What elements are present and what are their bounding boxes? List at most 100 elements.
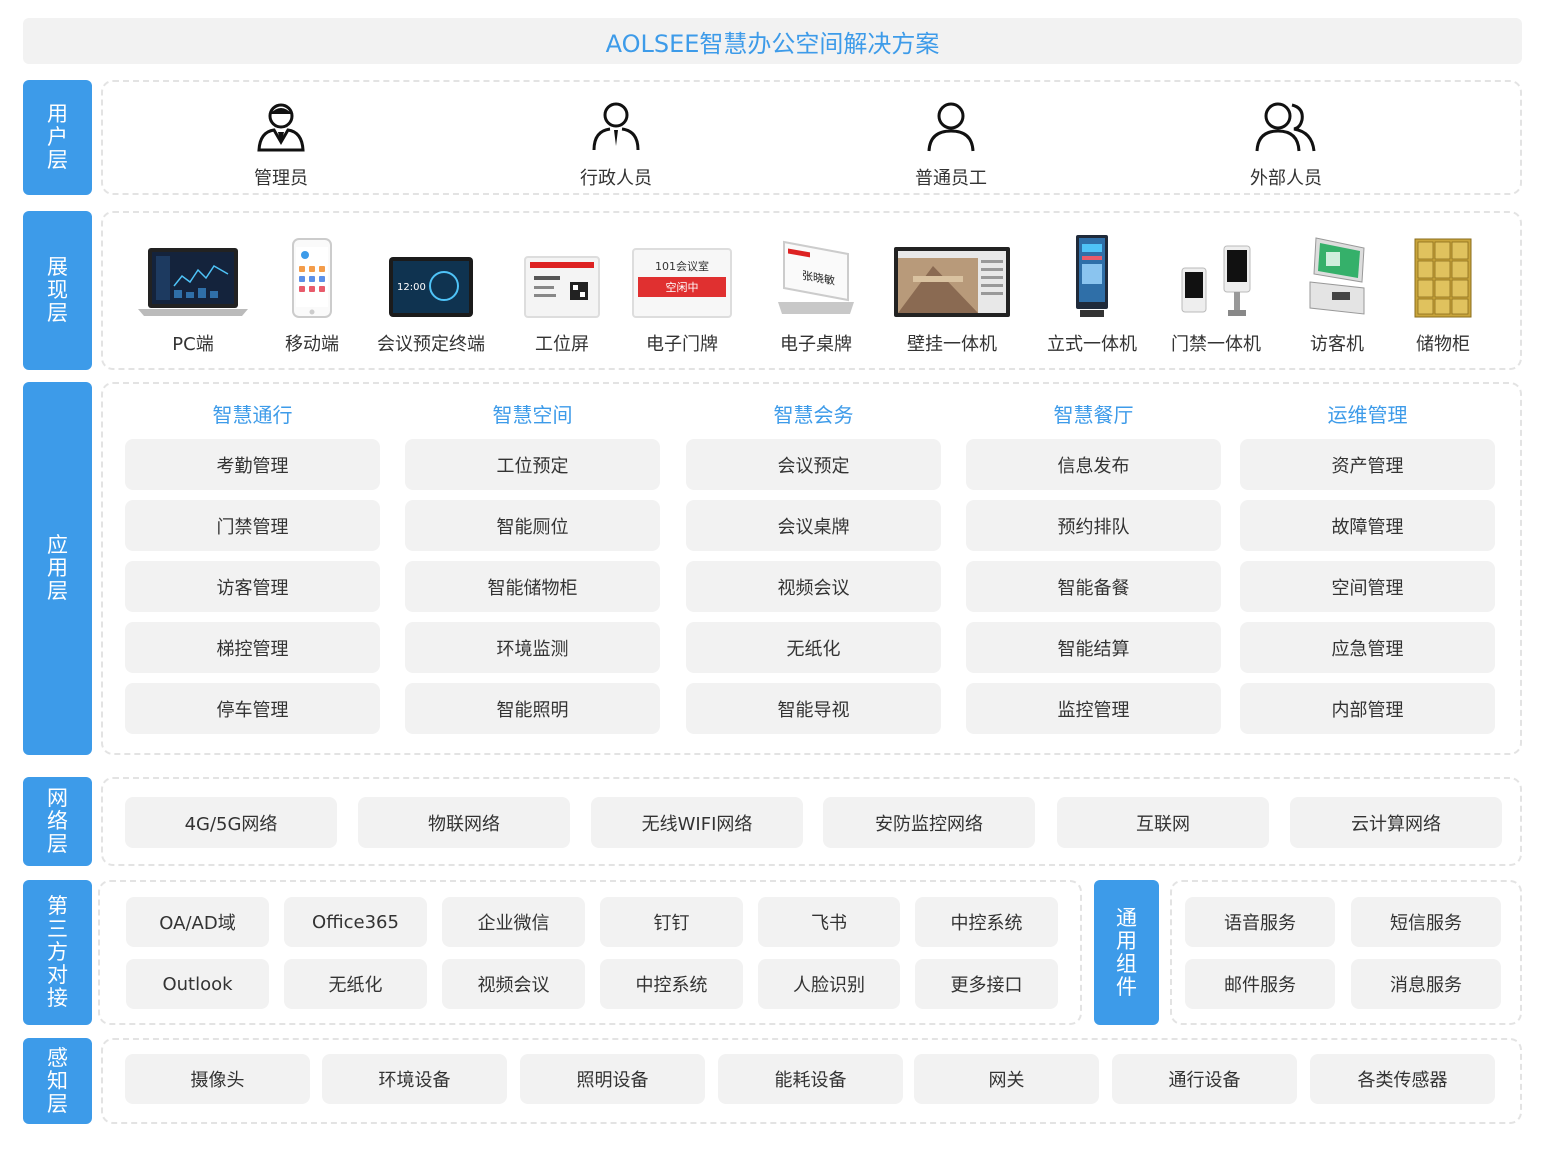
app-item[interactable]: 内部管理 [1240,683,1495,734]
door-plate-icon: 101会议室 空闲中 [632,248,732,318]
third-party-item[interactable]: 视频会议 [442,959,585,1009]
device-table-card: 张晓敏 电子桌牌 [766,236,866,356]
app-item[interactable]: 会议桌牌 [686,500,941,551]
network-item[interactable]: 4G/5G网络 [125,797,337,848]
category-title: 智慧会务 [773,403,854,427]
device-mobile: 移动端 [272,236,352,356]
common-item[interactable]: 邮件服务 [1185,959,1335,1009]
app-item[interactable]: 无纸化 [686,622,941,673]
device-locker: 储物柜 [1400,232,1486,356]
app-item[interactable]: 环境监测 [405,622,660,673]
third-party-item[interactable]: 钉钉 [600,897,743,947]
app-item[interactable]: 梯控管理 [125,622,380,673]
third-party-item[interactable]: 企业微信 [442,897,585,947]
device-pc: PC端 [138,236,248,356]
common-item[interactable]: 短信服务 [1351,897,1501,947]
page-title: AOLSEE智慧办公空间解决方案 [23,18,1522,64]
device-standing-label: 立式一体机 [1047,334,1137,355]
third-party-item[interactable]: 中控系统 [915,897,1058,947]
user-external-label: 外部人员 [1250,168,1322,189]
visitor-machine-icon [1309,237,1365,315]
app-item[interactable]: 会议预定 [686,439,941,490]
sense-item[interactable]: 照明设备 [520,1054,705,1104]
network-item[interactable]: 云计算网络 [1290,797,1502,848]
app-item[interactable]: 预约排队 [966,500,1221,551]
network-item[interactable]: 互联网 [1057,797,1269,848]
laptop-icon [138,248,248,316]
device-wall-mounted-label: 壁挂一体机 [907,334,997,355]
device-wall-mounted: 壁挂一体机 [890,236,1014,356]
app-item[interactable]: 信息发布 [966,439,1221,490]
app-item[interactable]: 资产管理 [1240,439,1495,490]
third-party-item[interactable]: 飞书 [758,897,900,947]
app-item[interactable]: 智能结算 [966,622,1221,673]
kiosk-icon [1076,235,1108,317]
user-external: 外部人员 [1206,100,1366,190]
app-item[interactable]: 视频会议 [686,561,941,612]
third-party-item[interactable]: 无纸化 [284,959,427,1009]
access-terminal-icon [1181,245,1251,316]
staff-icon [592,102,640,151]
device-meeting-pad-label: 会议预定终端 [377,334,485,355]
app-item[interactable]: 应急管理 [1240,622,1495,673]
device-door-plate: 101会议室 空闲中 电子门牌 [626,236,738,356]
user-employee: 普通员工 [871,100,1031,190]
sense-item[interactable]: 能耗设备 [718,1054,903,1104]
app-item[interactable]: 智能储物柜 [405,561,660,612]
sense-item[interactable]: 环境设备 [322,1054,507,1104]
network-item[interactable]: 安防监控网络 [823,797,1035,848]
door-status-text: 空闲中 [666,280,699,294]
layer-label-app: 应用层 [23,382,92,755]
admin-icon [257,103,305,152]
user-admin-label: 管理员 [254,168,308,189]
network-item[interactable]: 物联网络 [358,797,570,848]
device-visitor: 访客机 [1292,232,1382,356]
third-party-item[interactable]: 中控系统 [600,959,743,1009]
wall-display-icon [894,247,1010,317]
common-item[interactable]: 消息服务 [1351,959,1501,1009]
person-icon [927,102,975,152]
app-item[interactable]: 监控管理 [966,683,1221,734]
third-party-item[interactable]: 人脸识别 [758,959,900,1009]
device-standing: 立式一体机 [1042,232,1142,356]
layer-label-user: 用户层 [23,80,92,195]
device-desk-screen: 工位屏 [512,236,612,356]
app-item[interactable]: 访客管理 [125,561,380,612]
layer-label-sense: 感知层 [23,1038,92,1124]
device-mobile-label: 移动端 [285,334,339,355]
app-item[interactable]: 工位预定 [405,439,660,490]
third-party-item[interactable]: Outlook [126,959,269,1009]
category-title: 智慧通行 [212,403,293,427]
sense-item[interactable]: 通行设备 [1112,1054,1297,1104]
third-party-item[interactable]: 更多接口 [915,959,1058,1009]
device-table-card-label: 电子桌牌 [780,334,852,355]
user-staff-label: 行政人员 [580,168,652,189]
network-item[interactable]: 无线WIFI网络 [591,797,803,848]
device-access-control: 门禁一体机 [1166,236,1266,356]
layer-label-network: 网络层 [23,777,92,866]
app-item[interactable]: 智能照明 [405,683,660,734]
app-item[interactable]: 停车管理 [125,683,380,734]
user-admin-staff: 行政人员 [536,100,696,190]
sense-item[interactable]: 网关 [914,1054,1099,1104]
common-item[interactable]: 语音服务 [1185,897,1335,947]
sense-item[interactable]: 各类传感器 [1310,1054,1495,1104]
device-pc-label: PC端 [172,334,214,355]
third-party-item[interactable]: OA/AD域 [126,897,269,947]
app-item[interactable]: 门禁管理 [125,500,380,551]
eink-screen-icon [524,256,600,318]
app-item[interactable]: 智能导视 [686,683,941,734]
third-party-item[interactable]: Office365 [284,897,427,947]
app-item[interactable]: 故障管理 [1240,500,1495,551]
app-item[interactable]: 考勤管理 [125,439,380,490]
sense-item[interactable]: 摄像头 [125,1054,310,1104]
table-card-icon: 张晓敏 [778,240,854,314]
pad-time-text: 12:00 [397,282,426,293]
app-item[interactable]: 空间管理 [1240,561,1495,612]
phone-icon [292,238,332,318]
user-employee-label: 普通员工 [915,168,987,189]
tablet-icon: 12:00 [389,257,473,317]
app-item[interactable]: 智能备餐 [966,561,1221,612]
app-item[interactable]: 智能厕位 [405,500,660,551]
category-title: 运维管理 [1327,403,1408,427]
